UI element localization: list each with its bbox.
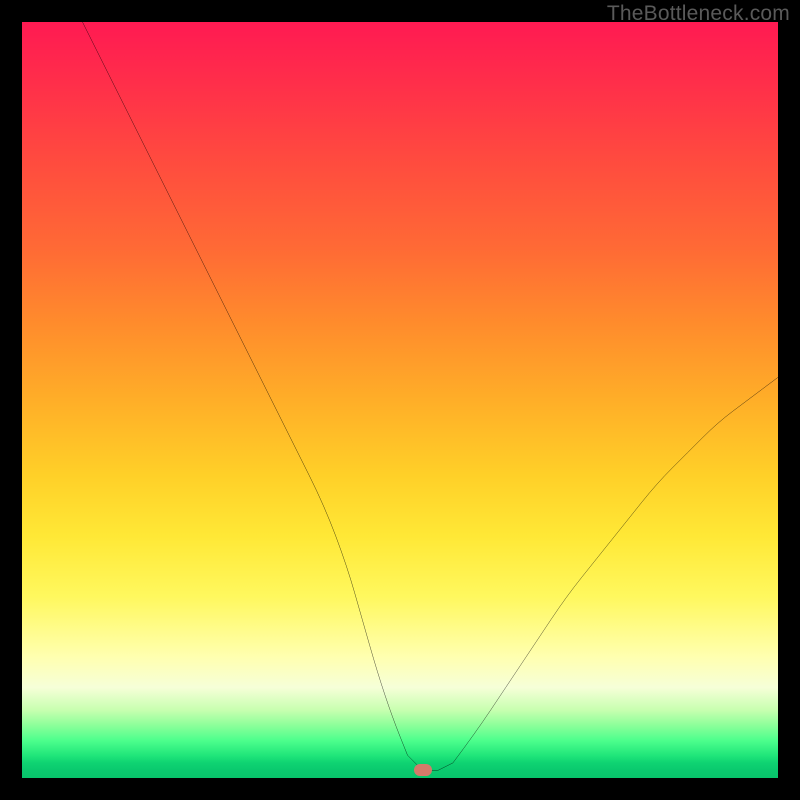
optimum-marker — [414, 764, 432, 776]
bottleneck-curve — [22, 22, 778, 778]
curve-path — [82, 22, 778, 770]
chart-frame: TheBottleneck.com — [0, 0, 800, 800]
watermark-text: TheBottleneck.com — [607, 2, 790, 26]
